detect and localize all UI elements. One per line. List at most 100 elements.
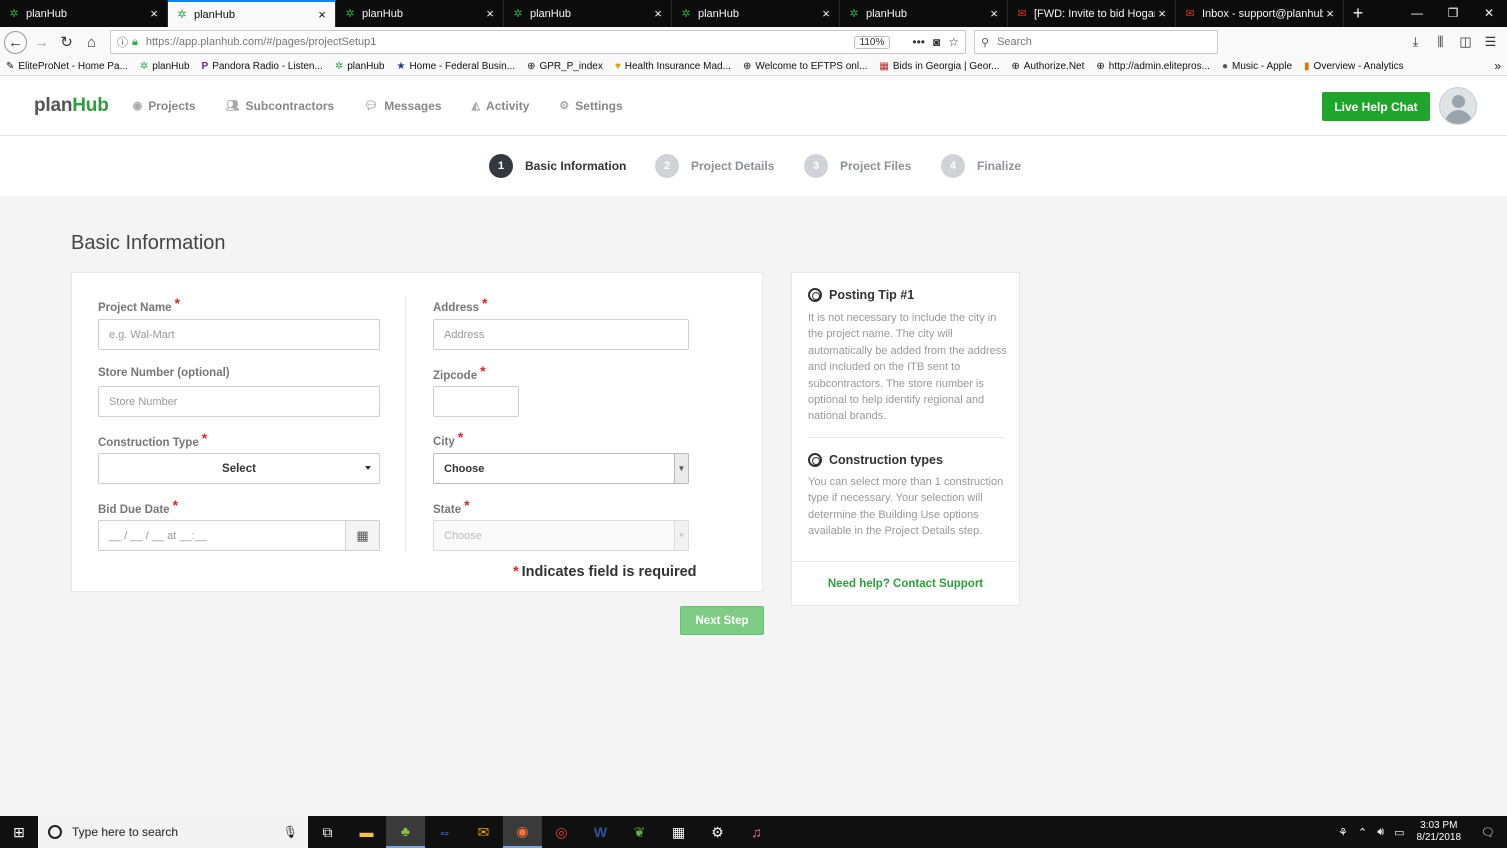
people-tray-icon[interactable]: ⚘ [1338, 826, 1348, 839]
project-name-input[interactable]: e.g. Wal-Mart [98, 319, 380, 350]
minimize-icon[interactable]: — [1399, 0, 1435, 27]
live-help-chat-button[interactable]: Live Help Chat [1322, 92, 1430, 121]
bookmark-item[interactable]: ✲ planHub [140, 61, 190, 72]
browser-tab[interactable]: ✲ planHub × [672, 0, 840, 27]
planhub-icon: ✲ [513, 8, 523, 20]
reload-button[interactable]: ↻ [54, 30, 79, 55]
store-number-input[interactable]: Store Number [98, 386, 380, 417]
close-window-icon[interactable]: ✕ [1471, 0, 1507, 27]
planhub-icon: ✲ [849, 8, 859, 20]
leaf-app-icon[interactable]: ❦ [620, 816, 659, 848]
pocket-icon[interactable]: ◙ [933, 35, 940, 49]
planhub-logo[interactable]: planHub [34, 95, 109, 117]
page-actions-icon[interactable]: ••• [912, 35, 925, 49]
step-basic-information[interactable]: 1 Basic Information [489, 154, 626, 178]
zoom-indicator[interactable]: 110% [853, 35, 891, 49]
close-tab-icon[interactable]: × [987, 6, 1001, 21]
close-tab-icon[interactable]: × [1155, 6, 1169, 21]
city-select[interactable]: Choose ▼ [433, 453, 689, 484]
clock[interactable]: 3:03 PM 8/21/2018 [1417, 820, 1462, 844]
browser-tab[interactable]: ✲ planHub × [0, 0, 168, 27]
menu-icon[interactable]: ☰ [1478, 34, 1503, 50]
firefox-icon[interactable]: ◉ [503, 816, 542, 848]
close-tab-icon[interactable]: × [483, 6, 497, 21]
bookmark-item[interactable]: ⊕ Welcome to EFTPS onl... [743, 61, 867, 72]
file-explorer-icon[interactable]: ▬ [347, 816, 386, 848]
calendar-icon[interactable]: ▦ [345, 521, 379, 550]
nav-messages[interactable]: 💬︎ Messages [364, 99, 441, 113]
settings-app-icon[interactable]: ⚙ [698, 816, 737, 848]
step-project-details[interactable]: 2 Project Details [655, 154, 774, 178]
bookmark-item[interactable]: ⊕ Authorize.Net [1011, 61, 1084, 72]
cortana-icon [48, 825, 62, 839]
apple-icon: ● [1221, 60, 1228, 72]
chevron-up-icon[interactable]: ⌃ [1358, 826, 1367, 839]
volume-icon[interactable]: 🔊︎ [1377, 826, 1384, 839]
notifications-icon[interactable]: 🗨︎ [1481, 826, 1495, 839]
url-text[interactable]: https://app.planhub.com/#/pages/projectS… [146, 36, 854, 48]
contact-support-link[interactable]: Need help? Contact Support [792, 561, 1019, 605]
bookmark-item[interactable]: ● Music - Apple [1222, 61, 1292, 72]
address-input[interactable]: Address [433, 319, 689, 350]
avatar[interactable] [1439, 87, 1477, 125]
app-icon-people[interactable]: ♣ [386, 816, 425, 848]
browser-tab[interactable]: ✲ planHub × [504, 0, 672, 27]
step-finalize[interactable]: 4 Finalize [941, 154, 1021, 178]
bookmark-item[interactable]: ✎ EliteProNet - Home Pa... [6, 61, 128, 72]
bookmark-item[interactable]: ⊕ GPR_P_index [527, 61, 603, 72]
microphone-icon[interactable]: 🎙︎ [283, 825, 298, 839]
chrome-icon[interactable]: ◎ [542, 816, 581, 848]
bookmark-item[interactable]: ▦ Bids in Georgia | Geor... [879, 61, 999, 72]
nav-activity[interactable]: ◭ Activity [472, 99, 530, 113]
windows-start-icon[interactable]: ⊞ [0, 816, 38, 848]
browser-tab[interactable]: ✲ planHub × [840, 0, 1008, 27]
calculator-icon[interactable]: ▦ [659, 816, 698, 848]
zipcode-input[interactable] [433, 386, 519, 417]
library-icon[interactable]: ⫼ [1428, 34, 1453, 50]
taskbar-search-input[interactable]: Type here to search 🎙︎ [38, 816, 308, 848]
outlook-icon[interactable]: ✉ [464, 816, 503, 848]
close-tab-icon[interactable]: × [315, 7, 329, 22]
back-button[interactable]: ← [4, 30, 27, 54]
nav-subcontractors[interactable]: 👥︎ Subcontractors [226, 99, 335, 113]
task-view-icon[interactable]: ⧉ [308, 816, 347, 848]
bookmark-item[interactable]: ▮ Overview - Analytics [1304, 61, 1404, 72]
sidebar-icon[interactable]: ◫ [1453, 34, 1478, 50]
bookmark-star-icon[interactable]: ☆ [948, 35, 959, 49]
url-bar[interactable]: ⓘ 🔒︎ https://app.planhub.com/#/pages/pro… [110, 30, 966, 54]
app-header: planHub ◉ Projects 👥︎ Subcontractors 💬︎ Mes… [0, 76, 1507, 136]
nav-settings[interactable]: ⚙ Settings [559, 99, 622, 113]
new-tab-button[interactable]: + [1344, 0, 1372, 27]
lock-icon[interactable]: 🔒︎ [132, 36, 138, 49]
search-input[interactable]: ⚲ Search [974, 30, 1218, 54]
itunes-icon[interactable]: ♫ [737, 816, 776, 848]
step-project-files[interactable]: 3 Project Files [804, 154, 911, 178]
bookmark-item[interactable]: ★ Home - Federal Busin... [396, 61, 515, 72]
browser-tab[interactable]: ✲ planHub × [336, 0, 504, 27]
close-tab-icon[interactable]: × [651, 6, 665, 21]
construction-type-select[interactable]: Select [98, 453, 380, 484]
close-tab-icon[interactable]: × [147, 6, 161, 21]
browser-tab-active[interactable]: ✲ planHub × [168, 0, 336, 27]
bookmark-item[interactable]: P Pandora Radio - Listen... [202, 61, 323, 72]
close-tab-icon[interactable]: × [819, 6, 833, 21]
restore-icon[interactable]: ❐ [1435, 0, 1471, 27]
bookmark-item[interactable]: ✲ planHub [335, 61, 385, 72]
close-tab-icon[interactable]: × [1323, 6, 1337, 21]
network-icon[interactable]: ▭ [1394, 826, 1404, 839]
bookmark-item[interactable]: ⊕ http://admin.elitepros... [1096, 61, 1210, 72]
download-icon[interactable]: ⤓ [1403, 34, 1428, 50]
teamviewer-icon[interactable]: ⇔ [425, 816, 464, 848]
bid-due-date-input[interactable]: __ / __ / __ at __:__ ▦ [98, 520, 380, 551]
chevron-right-icon[interactable]: » [1494, 59, 1501, 73]
nav-projects[interactable]: ◉ Projects [133, 99, 196, 113]
browser-tab[interactable]: ✉ Inbox - support@planhub.co × [1176, 0, 1344, 27]
home-button[interactable]: ⌂ [79, 30, 104, 55]
forward-button[interactable]: → [29, 30, 54, 55]
browser-tab[interactable]: ✉ [FWD: Invite to bid Hogansv × [1008, 0, 1176, 27]
word-icon[interactable]: W [581, 816, 620, 848]
required-marker: * [482, 295, 488, 311]
info-icon[interactable]: ⓘ [117, 34, 128, 50]
bookmark-item[interactable]: ♥ Health Insurance Mad... [615, 61, 731, 72]
next-step-button[interactable]: Next Step [680, 606, 764, 635]
